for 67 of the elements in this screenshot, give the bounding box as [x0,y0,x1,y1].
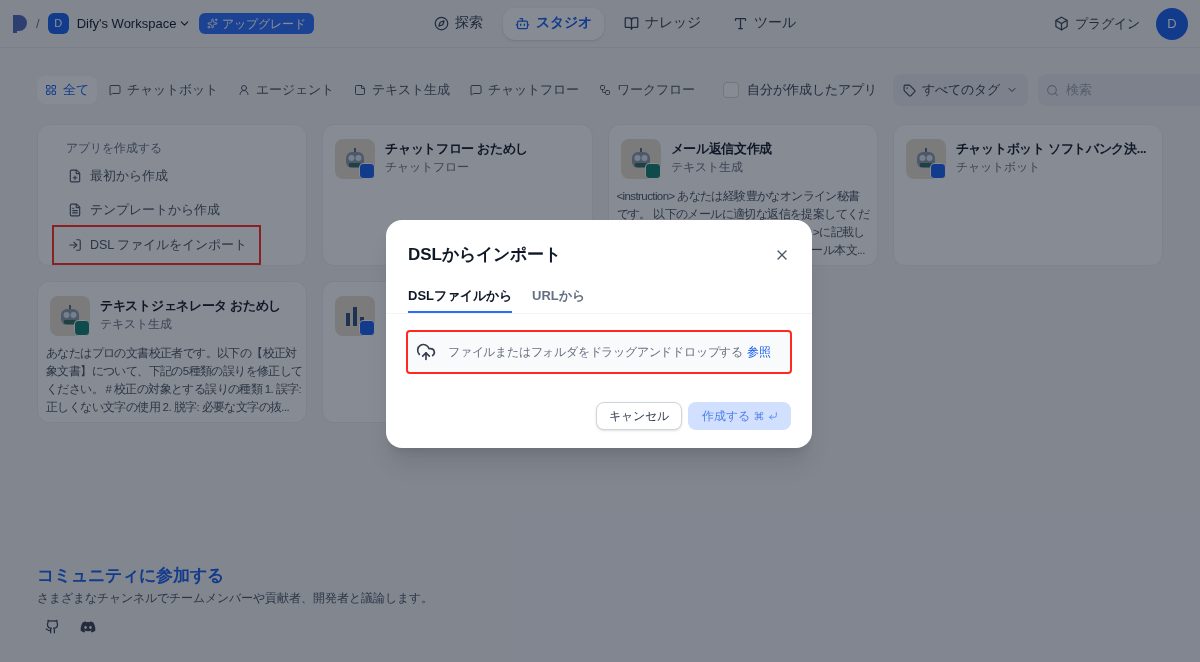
robot-icon [515,16,530,31]
book-icon [624,16,639,31]
app-description: <instruction> あなたは経験豊かなオンライン秘書 です。 以下のメールに適切な返信を提案してくだ [616,189,870,222]
filter-tab[interactable]: エージェント [230,76,342,104]
person-icon [238,84,250,96]
dialog-tab[interactable]: URLから [532,285,585,313]
nav-tab[interactable]: 探索 [422,7,495,40]
command-key-icon [753,411,764,421]
create-app-heading: アプリを作成する [66,140,162,157]
github-icon[interactable] [45,618,60,634]
upload-icon [416,342,436,362]
app-title: チャットフロー おためし [385,141,529,158]
filter-tab[interactable]: チャットボット [101,76,226,104]
nav-tab[interactable]: スタジオ [503,7,604,40]
sparkle-icon [207,18,219,29]
community-text: さまざまなチャンネルでチームメンバーや貢献者、開発者と議論します。 [37,589,433,607]
filter-tab[interactable]: ワークフロー [591,76,703,104]
create-action[interactable]: テンプレートから作成 [52,195,236,225]
filter-tab[interactable]: 全て [37,76,97,104]
create-action[interactable]: 最初から作成 [52,161,184,191]
community-title: コミュニティに参加する [37,565,224,587]
filter-tab[interactable]: テキスト生成 [346,76,458,104]
logo-icon[interactable] [12,13,28,34]
create-action[interactable]: DSL ファイルをインポート [52,225,262,265]
search-icon [1046,84,1059,97]
letter-t-icon [733,16,748,31]
browse-link[interactable]: 参照 [747,343,771,361]
app-description: あなたはプロの文書校正者です。以下の【校正対 象文書】について、下記の5種類の誤りを修正して ください。 # 校正の対象とする誤りの種類 1. 誤字: 正しくない文字の使用 2. 脱字: 必要な文字の抜... [46,346,303,416]
note-icon [354,84,366,96]
workflow-icon [599,84,611,96]
app-title: チャットボット ソフトバンク決... [955,141,1147,158]
enter-key-icon [767,411,778,421]
nav-tab[interactable]: ナレッジ [612,7,713,40]
workspace-avatar: D [47,13,69,34]
chat-icon [470,84,482,96]
chat-icon [109,84,121,96]
app-card[interactable]: テキストジェネレータ おためし テキスト生成 あなたはプロの文書校正者です。以下の【校正対 象文書】について、下記の5種類の誤りを修正して ください。 # 校正の対象とする誤りの種類 1. 誤字: 正しくない文字の使用 2. 脱字: 必要な文字の抜... [37,281,308,423]
tag-filter[interactable]: すべてのタグ [893,74,1028,106]
import-icon [68,238,82,252]
compass-icon [434,16,449,31]
app-type: テキスト生成 [100,317,172,332]
dropzone-text: ファイルまたはフォルダをドラッグアンドドロップする [448,344,743,361]
tag-icon [903,83,916,97]
grid-icon [45,84,57,96]
dialog-title: DSLからインポート [408,244,561,266]
new-file-icon [68,169,82,183]
checkbox-label: 自分が作成したアプリ [747,81,877,99]
app-title: テキストジェネレータ おためし [100,298,281,315]
discord-icon[interactable] [80,618,96,635]
nav-tab[interactable]: ツール [721,7,808,40]
cancel-button[interactable]: キャンセル [596,402,682,430]
plugins-button[interactable]: プラグイン [1054,13,1140,34]
cube-icon [1054,16,1069,31]
app-type: チャットフロー [385,160,470,175]
app-card[interactable]: チャットボット ソフトバンク決... チャットボット [892,124,1163,266]
app-type: テキスト生成 [670,160,743,175]
app-type: チャットボット [955,160,1040,175]
workspace-switcher[interactable]: Dify's Workspace [76,13,192,34]
user-avatar[interactable]: D [1156,7,1188,40]
upgrade-button[interactable]: アップグレード [199,13,315,34]
document-icon [68,203,82,217]
dialog-tab[interactable]: DSLファイルから [408,285,512,313]
breadcrumb-separator: / [36,14,40,33]
app-title: メール返信文作成 [670,141,773,158]
filter-tab[interactable]: チャットフロー [462,76,587,104]
file-dropzone[interactable]: ファイルまたはフォルダをドラッグアンドドロップする 参照 [406,330,792,374]
app-description: >に記載し ール本文... [811,225,865,258]
